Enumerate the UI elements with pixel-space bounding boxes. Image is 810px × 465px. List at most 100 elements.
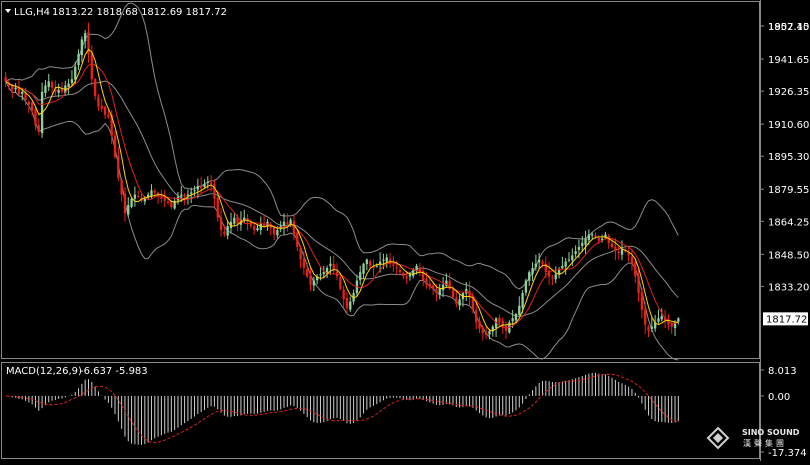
candle-body xyxy=(21,91,24,94)
candle-body xyxy=(359,272,362,281)
candle-body xyxy=(289,219,292,225)
main-panel-frame xyxy=(1,1,760,359)
logo-brand-cn: 漢聲集團 xyxy=(743,438,787,448)
candle-body xyxy=(478,320,481,329)
candle-body xyxy=(551,277,554,279)
candle-body xyxy=(209,182,213,185)
candle-body xyxy=(484,332,488,336)
candle-body xyxy=(170,201,173,208)
candle-body xyxy=(143,198,146,202)
candle-body xyxy=(451,289,455,298)
bollinger-upper xyxy=(5,2,679,290)
candle-body xyxy=(637,276,640,294)
candle-body xyxy=(634,262,637,277)
candle-body xyxy=(226,226,229,236)
chart-window: 1957.40 1941.65 1926.35 1910.60 1895.30 1879.… xyxy=(0,0,810,461)
candle-body xyxy=(160,196,163,199)
candle-body xyxy=(117,155,120,178)
candle-body xyxy=(528,272,531,281)
price-tick-label: 1910.60 xyxy=(768,120,809,131)
candle-body xyxy=(438,288,441,295)
candle-body xyxy=(412,270,415,276)
macd-histogram xyxy=(8,372,679,445)
candle-body xyxy=(196,186,200,190)
candle-body xyxy=(113,135,117,157)
candle-body xyxy=(31,102,34,111)
candle-body xyxy=(425,278,428,285)
candle-body xyxy=(521,293,524,308)
price-chart[interactable]: 1957.401941.651926.351910.601895.301879.… xyxy=(0,0,810,461)
candle-body xyxy=(574,251,577,255)
candle-body xyxy=(120,179,123,195)
candle-body xyxy=(518,305,521,315)
candle-body xyxy=(488,330,491,335)
macd-tick-label: 8.013 xyxy=(768,366,797,377)
candle-body xyxy=(541,261,544,264)
candle-body xyxy=(597,237,600,241)
candle-body xyxy=(203,184,206,187)
dropdown-triangle-icon[interactable] xyxy=(5,9,11,13)
candle-body xyxy=(84,33,87,41)
current-price-marker: 1817.72 xyxy=(763,312,808,326)
price-axis: 1957.401941.651926.351910.601895.301879.… xyxy=(760,22,809,293)
price-tick-label: 1895.30 xyxy=(768,152,809,163)
candle-body xyxy=(14,87,17,90)
candle-body xyxy=(47,81,50,88)
current-price-label: 1817.72 xyxy=(766,314,807,325)
candle-body xyxy=(339,277,342,289)
price-tick-label: 1848.50 xyxy=(768,250,809,261)
bollinger-bands xyxy=(5,2,679,361)
candle-body xyxy=(286,222,289,224)
candle-body xyxy=(206,182,209,183)
candle-body xyxy=(402,272,405,277)
candle-body xyxy=(100,105,103,109)
candle-body xyxy=(382,259,385,261)
candle-body xyxy=(581,242,584,246)
candle-body xyxy=(137,196,140,198)
candle-body xyxy=(296,232,299,247)
candle-body xyxy=(342,289,345,300)
candle-body xyxy=(571,255,574,261)
price-tick-label: 1864.25 xyxy=(768,217,809,228)
candle-body xyxy=(617,251,620,254)
candles xyxy=(4,22,680,341)
candle-body xyxy=(74,66,77,80)
macd-signal-path xyxy=(5,373,679,444)
candle-body xyxy=(44,85,47,93)
candle-body xyxy=(534,263,538,268)
candle-body xyxy=(312,280,315,286)
candle-body xyxy=(657,318,660,322)
candle-body xyxy=(640,292,644,310)
candle-body xyxy=(369,261,372,266)
candle-body xyxy=(531,267,534,275)
ma-yellow-line xyxy=(5,48,679,332)
candle-body xyxy=(50,82,54,88)
candle-body xyxy=(375,265,378,267)
candle-body xyxy=(34,108,37,126)
price-tick-label: 1941.65 xyxy=(768,55,809,66)
candle-body xyxy=(385,257,388,262)
bollinger-lower xyxy=(5,81,679,361)
candle-body xyxy=(272,226,276,235)
candle-body xyxy=(647,326,650,331)
candle-body xyxy=(405,276,408,279)
logo-brand-text: SINO SOUND xyxy=(742,428,800,437)
candle-body xyxy=(57,89,60,93)
candle-body xyxy=(630,256,634,264)
candle-body xyxy=(561,265,564,269)
candle-body xyxy=(107,114,110,118)
candle-body xyxy=(37,125,40,132)
candle-body xyxy=(163,196,166,201)
candle-body xyxy=(428,283,431,287)
candle-body xyxy=(302,259,306,268)
symbol-label: LLG,H4 xyxy=(14,7,50,18)
candle-body xyxy=(77,54,80,66)
candle-body xyxy=(567,259,571,261)
candle-body xyxy=(282,221,286,226)
candle-body xyxy=(90,52,93,80)
candle-body xyxy=(70,79,74,83)
candle-body xyxy=(524,280,528,293)
candle-body xyxy=(97,96,100,107)
candle-body xyxy=(610,243,614,247)
macd-signal-line xyxy=(5,373,679,444)
